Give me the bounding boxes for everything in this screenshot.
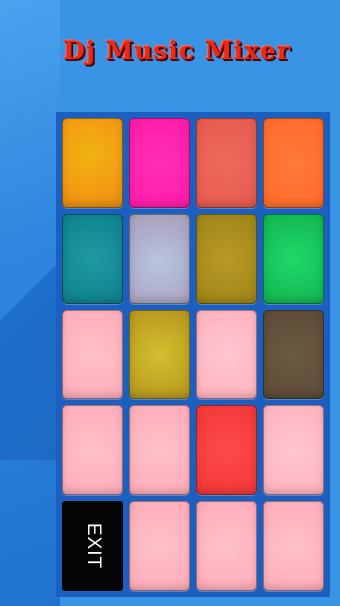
pad-r3c3[interactable] <box>196 309 257 400</box>
app-title: Dj Music Mixer <box>63 36 291 65</box>
pad-r4c2[interactable] <box>129 405 190 496</box>
pad-r4c1[interactable] <box>62 405 123 496</box>
exit-label: EXIT <box>82 522 104 570</box>
pad-r5c3[interactable] <box>196 501 257 591</box>
pad-r3c4[interactable] <box>263 309 324 400</box>
pad-r4c3[interactable] <box>196 405 257 496</box>
pad-r2c1[interactable] <box>62 213 123 304</box>
pad-r1c1[interactable] <box>62 118 123 208</box>
pad-r5c2[interactable] <box>129 501 190 591</box>
pad-r3c1[interactable] <box>62 309 123 400</box>
pad-grid: EXIT <box>56 112 330 597</box>
pad-r4c4[interactable] <box>263 405 324 496</box>
pad-r2c3[interactable] <box>196 213 257 304</box>
pad-r5c4[interactable] <box>263 501 324 591</box>
pad-r1c2[interactable] <box>129 118 190 208</box>
pad-r1c4[interactable] <box>263 118 324 208</box>
pad-r2c2[interactable] <box>129 213 190 304</box>
pad-r2c4[interactable] <box>263 213 324 304</box>
pad-r1c3[interactable] <box>196 118 257 208</box>
exit-button[interactable]: EXIT <box>62 501 123 591</box>
pad-r3c2[interactable] <box>129 309 190 400</box>
